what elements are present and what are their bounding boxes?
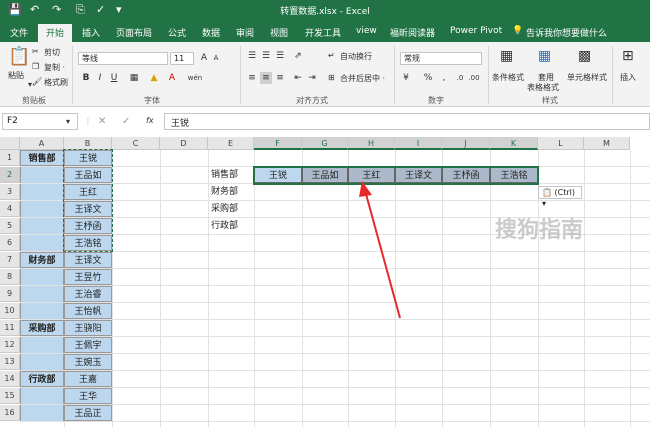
red-arrow-line: [365, 193, 401, 319]
watermark: 搜狗指南: [495, 218, 584, 243]
red-arrow-head: [359, 181, 372, 197]
